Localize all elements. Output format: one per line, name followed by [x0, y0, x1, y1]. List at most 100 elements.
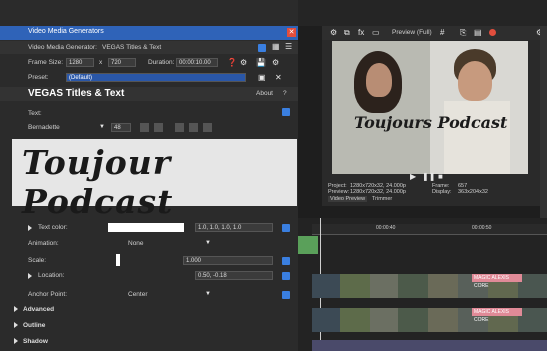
clip[interactable]	[340, 274, 371, 298]
pause-icon[interactable]: ❚❚	[422, 172, 435, 182]
preset-select[interactable]: (Default)	[66, 73, 246, 82]
tab-video-preview[interactable]: Video Preview	[328, 196, 368, 202]
grid-icon[interactable]: #	[440, 28, 444, 38]
video-media-generator-dialog: Video Media Generators ✕ Video Media Gen…	[0, 0, 298, 351]
location-value[interactable]: 0.50, -0.18	[195, 271, 273, 280]
font-toolbar: Bernadette ▼ 48	[0, 122, 298, 134]
save-preset-icon[interactable]: ▣	[258, 73, 266, 83]
stop-icon[interactable]: ■	[438, 172, 443, 182]
text-edit-area[interactable]: Toujour Podcast	[12, 139, 297, 221]
list-icon[interactable]: ▦	[272, 42, 280, 52]
frame-size-row: Frame Size: 1280 x 720 Duration: 00:00:1…	[0, 57, 298, 69]
font-size-select[interactable]: 48	[111, 123, 131, 132]
scale-row: Scale: 1.000	[0, 254, 298, 268]
window-icon[interactable]: ▭	[372, 28, 380, 38]
expand-triangle-icon[interactable]	[28, 273, 32, 279]
about-button[interactable]: About	[256, 90, 273, 97]
section-advanced[interactable]: Advanced	[14, 306, 54, 313]
frame-height-input[interactable]: 720	[108, 58, 136, 67]
align-center-button[interactable]	[189, 123, 198, 132]
play-icon[interactable]: ▶	[410, 172, 416, 182]
fx-icon[interactable]: fx	[358, 28, 364, 38]
dialog-title: Video Media Generators	[28, 28, 104, 35]
text-color-swatch[interactable]	[108, 223, 184, 232]
layout-icon[interactable]: ☰	[285, 42, 292, 52]
x-separator: x	[99, 59, 103, 66]
help-icon[interactable]: ❓	[227, 58, 237, 68]
keyframe-button-location[interactable]	[282, 272, 290, 280]
time-mark-2: 00:00:50	[472, 225, 492, 231]
clip[interactable]	[428, 274, 459, 298]
align-right-button[interactable]	[203, 123, 212, 132]
text-color-value[interactable]: 1.0, 1.0, 1.0, 1.0	[195, 223, 273, 232]
delete-preset-icon[interactable]: ✕	[275, 73, 282, 83]
copy-icon[interactable]: ⧉	[344, 28, 350, 38]
clip[interactable]	[518, 274, 547, 298]
clip[interactable]	[370, 308, 399, 332]
audio-track-strip	[312, 340, 547, 351]
video-track-1[interactable]: MAGIC ALEXIS CORE	[312, 274, 547, 298]
scale-value[interactable]: 1.000	[183, 256, 273, 265]
section-outline-label: Outline	[23, 322, 46, 329]
anchor-dropdown-icon[interactable]: ▼	[205, 289, 211, 299]
text-color-label: Text color:	[38, 224, 68, 231]
title-event-clip[interactable]	[298, 236, 318, 254]
close-icon[interactable]: ✕	[287, 28, 296, 37]
save-snapshot-icon[interactable]: ▤	[474, 28, 482, 38]
settings-icon[interactable]: ⚙	[330, 28, 337, 38]
align-left-button[interactable]	[175, 123, 184, 132]
transport-controls: ▶ ❚❚ ■	[410, 172, 470, 182]
section-shadow[interactable]: Shadow	[14, 338, 48, 345]
copy-frame-icon[interactable]: ⎘	[460, 28, 466, 38]
animation-select[interactable]: None	[128, 240, 144, 247]
frame-size-label: Frame Size:	[28, 59, 64, 66]
keyframe-button-text[interactable]	[282, 108, 290, 116]
keyframe-button-scale[interactable]	[282, 257, 290, 265]
text-edit-content: Toujour Podcast	[22, 143, 174, 221]
section-outline[interactable]: Outline	[14, 322, 45, 329]
video-preview-frame: Toujours Podcast	[332, 41, 528, 174]
magic-alexis-clip[interactable]: MAGIC ALEXIS CORE	[472, 274, 522, 289]
animation-label: Animation:	[28, 240, 59, 247]
plugin-title: VEGAS Titles & Text	[28, 88, 125, 99]
person-right-face	[458, 61, 492, 101]
italic-button[interactable]	[154, 123, 163, 132]
duration-input[interactable]: 00:00:10.00	[176, 58, 218, 67]
clip[interactable]	[518, 308, 547, 332]
settings-icon[interactable]: ⚙	[240, 58, 247, 68]
magic-alexis-clip[interactable]: MAGIC ALEXIS CORE	[472, 308, 522, 323]
preview-label: Preview:	[328, 189, 350, 195]
expand-triangle-icon[interactable]	[28, 225, 32, 231]
animation-dropdown-icon[interactable]: ▼	[205, 238, 211, 248]
bold-button[interactable]	[140, 123, 149, 132]
record-icon[interactable]	[489, 29, 496, 36]
clip[interactable]	[340, 308, 371, 332]
display-label: Display:	[432, 189, 452, 195]
view-grid-button[interactable]	[258, 44, 266, 52]
person-left-face	[366, 63, 392, 97]
font-name[interactable]: Bernadette	[28, 124, 60, 131]
clip[interactable]	[428, 308, 459, 332]
location-row: Location: 0.50, -0.18	[0, 270, 298, 282]
clip[interactable]	[370, 274, 399, 298]
timeline-panel: 00:00:40 00:00:50 MAGIC ALEXIS CORE MAGI…	[298, 218, 547, 351]
clip[interactable]	[398, 308, 429, 332]
scale-slider-handle[interactable]	[116, 254, 120, 266]
dialog-title-bar[interactable]: Video Media Generators ✕	[0, 26, 298, 40]
clip[interactable]	[312, 308, 341, 332]
gear-icon[interactable]: ⚙	[272, 58, 279, 68]
video-left-shot	[332, 41, 430, 174]
font-dropdown-icon[interactable]: ▼	[99, 122, 105, 132]
frame-width-input[interactable]: 1280	[66, 58, 94, 67]
anchor-select[interactable]: Center	[128, 291, 148, 298]
tab-trimmer[interactable]: Trimmer	[372, 196, 392, 202]
clip[interactable]	[312, 274, 341, 298]
clip[interactable]	[398, 274, 429, 298]
anchor-label: Anchor Point:	[28, 291, 68, 298]
video-track-2[interactable]: MAGIC ALEXIS CORE	[312, 308, 547, 332]
save-icon[interactable]: 💾	[256, 58, 266, 68]
keyframe-button-color[interactable]	[282, 224, 290, 232]
keyframe-button-anchor[interactable]	[282, 291, 290, 299]
help-button[interactable]: ?	[283, 90, 287, 97]
preview-quality-select[interactable]: Preview (Full)	[392, 29, 432, 36]
